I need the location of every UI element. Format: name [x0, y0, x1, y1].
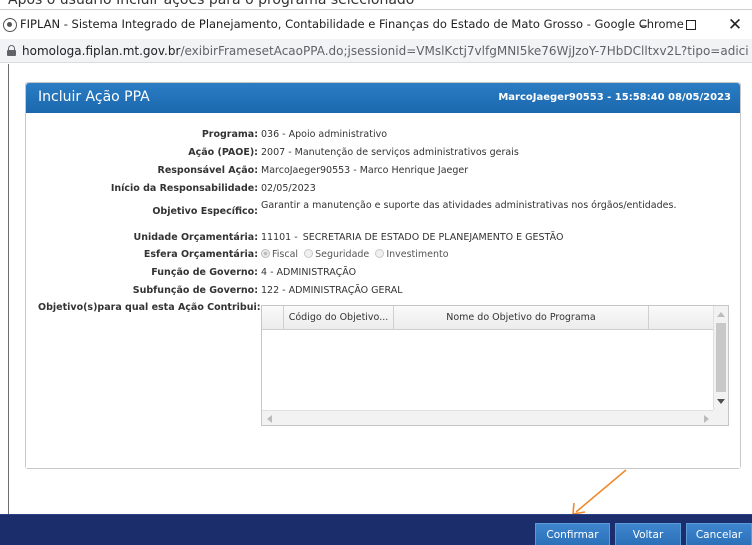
row-esfera: Esfera Orçamentária: Fiscal Seguridade I…: [26, 249, 740, 265]
grid-vertical-scrollbar[interactable]: [713, 306, 728, 410]
lock-icon[interactable]: [7, 45, 16, 56]
value-subfuncao: 122 - ADMINISTRAÇÃO GERAL: [261, 285, 403, 296]
objetivos-grid[interactable]: Código do Objetivo... Nome do Objetivo d…: [261, 305, 729, 426]
footer-bar: Confirmar Voltar Cancelar: [0, 514, 752, 545]
row-responsavel: Responsável Ação: MarcoJaeger90553 - Mar…: [26, 165, 740, 181]
row-subfuncao: Subfunção de Governo: 122 - ADMINISTRAÇÃ…: [26, 285, 740, 301]
radio-fiscal[interactable]: [261, 249, 270, 258]
value-programa: 036 - Apoio administrativo: [261, 129, 388, 140]
unidade-name: SECRETARIA DE ESTADO DE PLANEJAMENTO E G…: [302, 232, 564, 243]
minimize-button[interactable]: –: [626, 12, 662, 38]
voltar-button[interactable]: Voltar: [615, 523, 681, 545]
dialog-header: Incluir Ação PPA MarcoJaeger90553 - 15:5…: [26, 83, 740, 113]
dialog-title: Incluir Ação PPA: [38, 89, 150, 105]
annotation-arrow-icon: [572, 469, 627, 515]
caption-text: Após o usuário Incluir ações para o prog…: [8, 0, 415, 8]
unidade-code: 11101: [261, 232, 292, 243]
user-timestamp: MarcoJaeger90553 - 15:58:40 08/05/2023: [498, 92, 731, 103]
form-body: Programa: 036 - Apoio administrativo Açã…: [26, 113, 740, 468]
scroll-up-icon[interactable]: [717, 312, 725, 317]
label-funcao: Função de Governo:: [151, 267, 258, 278]
grid-col-select[interactable]: [262, 306, 284, 329]
value-unidade: 11101 - SECRETARIA DE ESTADO DE PLANEJAME…: [261, 232, 563, 243]
radio-seguridade[interactable]: [304, 249, 314, 258]
close-button[interactable]: ✕: [717, 12, 752, 38]
label-programa: Programa:: [201, 129, 258, 140]
chrome-icon: [3, 18, 17, 32]
label-objetivos: Objetivo(s)para qual esta Ação Contribui…: [38, 302, 261, 313]
radio-investimento[interactable]: [375, 249, 385, 258]
scroll-thumb[interactable]: [716, 323, 726, 392]
row-inicio: Início da Responsabilidade: 02/05/2023: [26, 183, 740, 199]
scroll-left-icon[interactable]: [267, 415, 272, 423]
row-objetivo-especifico: Objetivo Específico:: [26, 206, 740, 222]
label-inicio: Início da Responsabilidade:: [110, 183, 258, 194]
scroll-right-icon[interactable]: [704, 415, 709, 423]
value-responsavel: MarcoJaeger90553 - Marco Henrique Jaeger: [261, 165, 469, 176]
unidade-dash: -: [294, 232, 298, 243]
confirmar-button[interactable]: Confirmar: [535, 523, 610, 545]
esfera-radio-group: Fiscal Seguridade Investimento: [261, 249, 452, 260]
label-unidade: Unidade Orçamentária:: [133, 232, 258, 243]
row-funcao: Função de Governo: 4 - ADMINISTRAÇÃO: [26, 267, 740, 283]
grid-col-nome[interactable]: Nome do Objetivo do Programa: [394, 306, 649, 329]
viewport: Após o usuário Incluir ações para o prog…: [0, 0, 752, 545]
url-host: homologa.fiplan.mt.gov.br: [22, 44, 181, 58]
grid-horizontal-scrollbar[interactable]: [262, 410, 714, 425]
address-bar[interactable]: homologa.fiplan.mt.gov.br/exibirFrameset…: [0, 39, 752, 63]
row-acao: Ação (PAOE): 2007 - Manutenção de serviç…: [26, 147, 740, 163]
radio-label-fiscal: Fiscal: [272, 249, 299, 260]
value-acao: 2007 - Manutenção de serviços administra…: [261, 147, 519, 158]
page-left-border: [8, 64, 9, 514]
scroll-down-icon[interactable]: [717, 399, 725, 404]
url-text[interactable]: homologa.fiplan.mt.gov.br/exibirFrameset…: [22, 44, 748, 58]
value-inicio: 02/05/2023: [261, 183, 316, 194]
label-subfuncao: Subfunção de Governo:: [132, 285, 258, 296]
grid-scroll-corner: [713, 410, 728, 425]
radio-label-seguridade: Seguridade: [315, 249, 370, 260]
label-objetivo-especifico: Objetivo Específico:: [152, 206, 258, 217]
incluir-acao-dialog: Incluir Ação PPA MarcoJaeger90553 - 15:5…: [25, 82, 741, 469]
radio-label-investimento: Investimento: [386, 249, 449, 260]
cancelar-button[interactable]: Cancelar: [686, 523, 752, 545]
maximize-icon: [686, 20, 696, 30]
window-titlebar: FIPLAN - Sistema Integrado de Planejamen…: [0, 9, 752, 39]
top-caption: Após o usuário Incluir ações para o prog…: [0, 0, 752, 9]
label-esfera: Esfera Orçamentária:: [143, 249, 258, 260]
value-funcao: 4 - ADMINISTRAÇÃO: [261, 267, 357, 278]
url-path: /exibirFramesetAcaoPPA.do;jsessionid=VMs…: [180, 44, 748, 58]
row-unidade: Unidade Orçamentária: 11101 - SECRETARIA …: [26, 232, 740, 248]
grid-col-codigo[interactable]: Código do Objetivo...: [284, 306, 394, 329]
grid-header: Código do Objetivo... Nome do Objetivo d…: [262, 306, 714, 330]
label-acao: Ação (PAOE):: [188, 147, 258, 158]
window-title: FIPLAN - Sistema Integrado de Planejamen…: [20, 17, 684, 31]
row-programa: Programa: 036 - Apoio administrativo: [26, 129, 740, 145]
grid-col-extra[interactable]: [649, 306, 714, 329]
label-responsavel: Responsável Ação:: [157, 165, 259, 176]
maximize-button[interactable]: [673, 12, 709, 38]
